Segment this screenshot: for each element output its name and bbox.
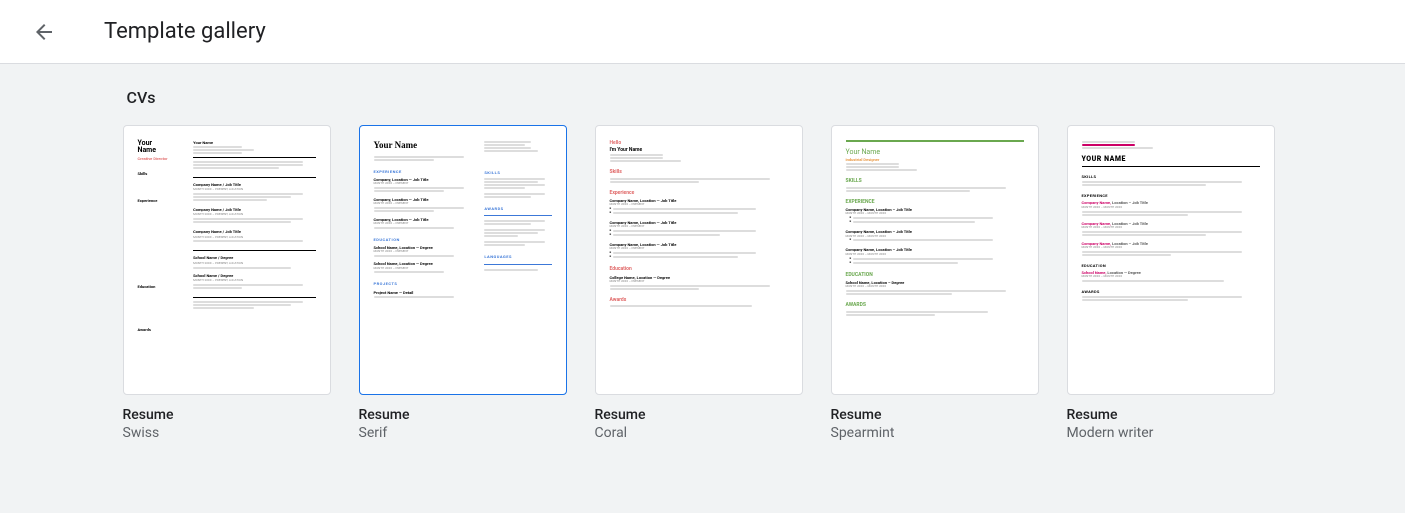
preview-heading: EXPERIENCE — [846, 199, 1024, 206]
preview-heading: Experience — [138, 198, 186, 203]
template-card-coral[interactable]: Hello I'm Your Name Skills Experience Co… — [595, 125, 803, 441]
preview-heading: Awards — [610, 297, 788, 304]
preview-heading: EDUCATION — [846, 272, 1024, 279]
preview-heading: EXPERIENCE — [1082, 193, 1260, 198]
preview-heading: PROJECTS — [374, 281, 475, 286]
preview-heading: AWARDS — [846, 302, 1024, 309]
template-subtitle: Serif — [359, 425, 567, 441]
template-subtitle: Coral — [595, 425, 803, 441]
preview-name: Your Name — [846, 148, 1024, 157]
preview-text: MONTH 20XX – MONTH 20XX — [1082, 226, 1260, 230]
preview-name: Your Name — [374, 140, 475, 152]
template-thumbnail: YOUR NAME SKILLS EXPERIENCE Company Name… — [1067, 125, 1275, 395]
preview-name: I'm Your Name — [610, 147, 788, 154]
template-title: Resume — [359, 407, 567, 423]
arrow-left-icon — [32, 20, 56, 44]
preview-name: Name — [138, 147, 186, 154]
preview-text: MONTH 20XX – MONTH 20XX — [1082, 275, 1260, 279]
preview-heading: LANGUAGES — [484, 254, 551, 259]
section-title: CVs — [123, 88, 1283, 107]
template-thumbnail: Your Name Creative Director Skills Exper… — [123, 125, 331, 395]
preview-heading: SKILLS — [1082, 174, 1260, 179]
template-card-swiss[interactable]: Your Name Creative Director Skills Exper… — [123, 125, 331, 441]
template-title: Resume — [123, 407, 331, 423]
preview-text: MONTH 20XX – PRESENT — [374, 267, 475, 271]
template-subtitle: Spearmint — [831, 425, 1039, 441]
preview-text: MONTH 20XX – PRESENT, LOCATION — [193, 213, 315, 217]
preview-heading: Skills — [610, 169, 788, 176]
preview-text: MONTH 20XX – PRESENT — [610, 280, 788, 284]
page-title: Template gallery — [104, 19, 266, 44]
template-thumbnail: Your Name EXPERIENCE Company, Location —… — [359, 125, 567, 395]
preview-name: YOUR NAME — [1082, 155, 1260, 164]
preview-role: Industrial Designer — [846, 157, 1024, 162]
preview-text: Project Name — Detail — [374, 290, 475, 295]
template-card-spearmint[interactable]: Your Name Industrial Designer SKILLS EXP… — [831, 125, 1039, 441]
preview-heading: Education — [138, 284, 186, 289]
preview-text: School Name / Degree — [193, 273, 315, 278]
template-subtitle: Modern writer — [1067, 425, 1275, 441]
preview-heading: SKILLS — [846, 178, 1024, 185]
preview-text: Company Name / Job Title — [193, 229, 315, 234]
preview-text: School Name / Degree — [193, 255, 315, 260]
template-title: Resume — [595, 407, 803, 423]
header: Template gallery — [0, 0, 1405, 64]
template-title: Resume — [1067, 407, 1275, 423]
template-cards-row: Your Name Creative Director Skills Exper… — [123, 125, 1283, 441]
template-card-modern-writer[interactable]: YOUR NAME SKILLS EXPERIENCE Company Name… — [1067, 125, 1275, 441]
preview-heading: EDUCATION — [1082, 263, 1260, 268]
preview-heading: Skills — [138, 171, 186, 176]
preview-heading: Awards — [138, 327, 186, 332]
template-thumbnail: Hello I'm Your Name Skills Experience Co… — [595, 125, 803, 395]
preview-text: MONTH 20XX – PRESENT, LOCATION — [193, 236, 315, 240]
preview-text: MONTH 20XX – PRESENT — [374, 202, 475, 206]
preview-heading: EDUCATION — [374, 237, 475, 242]
preview-text: MONTH 20XX – PRESENT — [374, 222, 475, 226]
preview-heading: SKILLS — [484, 170, 551, 175]
preview-text: MONTH 20XX – PRESENT — [374, 250, 475, 254]
preview-role: Creative Director — [138, 156, 186, 161]
preview-text: MONTH 20XX – MONTH 20XX — [1082, 206, 1260, 210]
preview-text: Your Name — [193, 140, 315, 145]
preview-heading: EXPERIENCE — [374, 169, 475, 174]
template-thumbnail: Your Name Industrial Designer SKILLS EXP… — [831, 125, 1039, 395]
preview-text: MONTH 20XX – PRESENT, LOCATION — [193, 279, 315, 283]
preview-text: MONTH 20XX – MONTH 20XX — [1082, 246, 1260, 250]
preview-text: MONTH 20XX – PRESENT — [374, 182, 475, 186]
preview-text: MONTH 20XX – PRESENT, LOCATION — [193, 188, 315, 192]
preview-heading: AWARDS — [1082, 289, 1260, 294]
template-title: Resume — [831, 407, 1039, 423]
template-card-serif[interactable]: Your Name EXPERIENCE Company, Location —… — [359, 125, 567, 441]
back-button[interactable] — [24, 12, 64, 52]
template-subtitle: Swiss — [123, 425, 331, 441]
main-content: CVs Your Name Creative Director Skills E… — [0, 64, 1405, 513]
preview-heading: Education — [610, 266, 788, 273]
preview-text: MONTH 20XX – PRESENT, LOCATION — [193, 262, 315, 266]
preview-heading: Experience — [610, 190, 788, 197]
preview-heading: AWARDS — [484, 206, 551, 211]
preview-text: MONTH 20XX – MONTH 20XX — [846, 285, 1024, 289]
